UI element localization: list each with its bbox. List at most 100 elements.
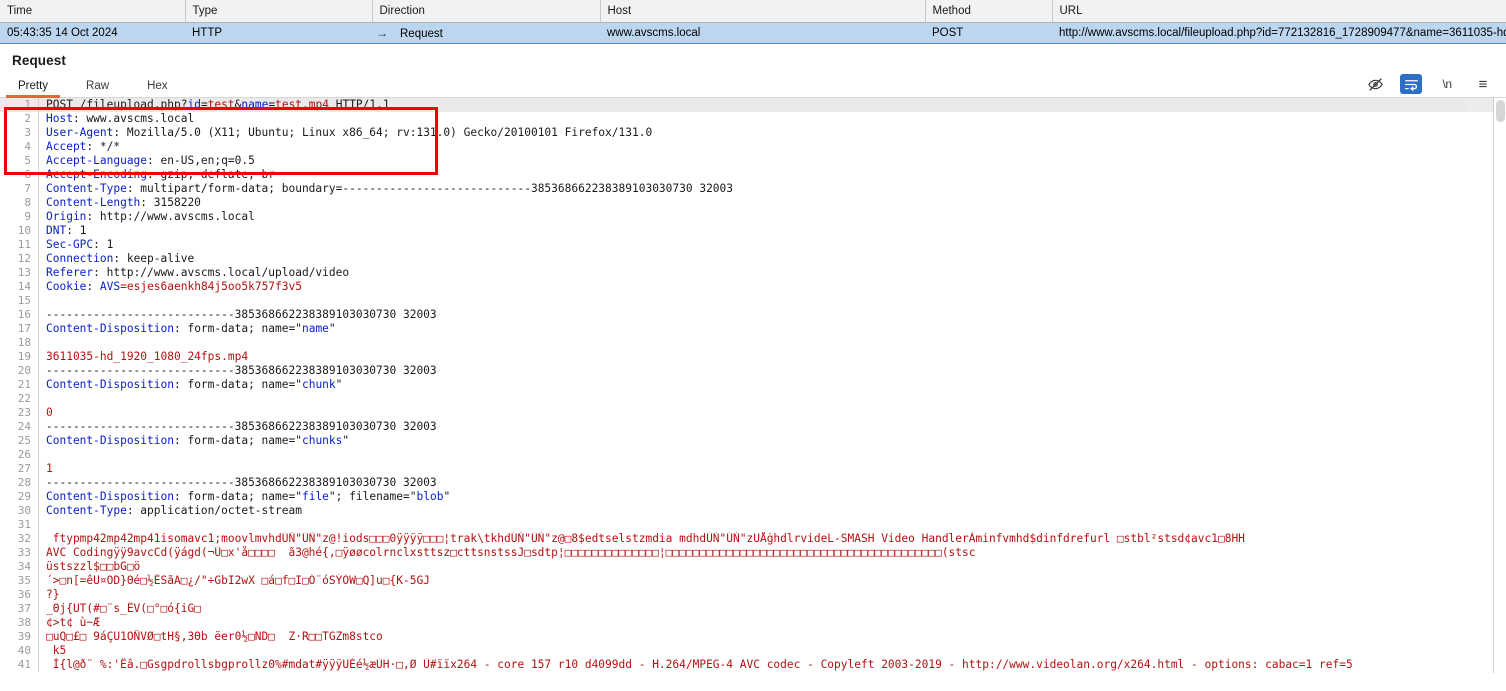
code-line-content [38, 392, 1506, 406]
show-newlines-icon[interactable]: \n [1436, 74, 1458, 94]
code-line-content: Content-Disposition: form-data; name="na… [38, 322, 1506, 336]
editor-vertical-scrollbar[interactable] [1493, 98, 1506, 673]
code-line[interactable]: 37_Θj{UT(#□¨s_ËV(□°□ó{iG□ [0, 602, 1506, 616]
code-line[interactable]: 40 k5 [0, 644, 1506, 658]
code-line[interactable]: 14Cookie: AVS=esjes6aenkh84j5oo5k757f3v5 [0, 280, 1506, 294]
code-line[interactable]: 28----------------------------3853686622… [0, 476, 1506, 490]
line-number: 13 [0, 266, 38, 280]
code-line[interactable]: 11Sec-GPC: 1 [0, 238, 1506, 252]
tab-pretty[interactable]: Pretty [12, 80, 54, 97]
code-line-content: Origin: http://www.avscms.local [38, 210, 1506, 224]
code-line[interactable]: 10DNT: 1 [0, 224, 1506, 238]
cell-method: POST [925, 23, 1052, 44]
code-line[interactable]: 2Host: www.avscms.local [0, 112, 1506, 126]
arrow-right-icon: → [372, 26, 392, 40]
code-line-content: Sec-GPC: 1 [38, 238, 1506, 252]
code-line[interactable]: 20----------------------------3853686622… [0, 364, 1506, 378]
code-line[interactable]: 3User-Agent: Mozilla/5.0 (X11; Ubuntu; L… [0, 126, 1506, 140]
line-number: 28 [0, 476, 38, 490]
word-wrap-icon[interactable] [1400, 74, 1422, 94]
code-line[interactable]: 30Content-Type: application/octet-stream [0, 504, 1506, 518]
line-number: 25 [0, 434, 38, 448]
code-line[interactable]: 13Referer: http://www.avscms.local/uploa… [0, 266, 1506, 280]
column-header-type[interactable]: Type [185, 0, 372, 23]
eye-slash-icon[interactable] [1364, 74, 1386, 94]
code-line[interactable]: 12Connection: keep-alive [0, 252, 1506, 266]
code-line-content: Content-Disposition: form-data; name="ch… [38, 434, 1506, 448]
column-header-host[interactable]: Host [600, 0, 925, 23]
line-number: 20 [0, 364, 38, 378]
code-line[interactable]: 34üstszzl$□□bG□ö [0, 560, 1506, 574]
cell-type: HTTP [185, 23, 372, 44]
column-header-time[interactable]: Time [0, 0, 185, 23]
code-line[interactable]: 38¢>t¢ ù~Æ [0, 616, 1506, 630]
line-number: 1 [0, 98, 38, 112]
code-line[interactable]: 35´>□n[=êU¤OD}Θé□½ËSãA□¿/"÷GbI2wX □á□f□I… [0, 574, 1506, 588]
code-line[interactable]: 36?} [0, 588, 1506, 602]
code-line[interactable]: 39□uQ□£□ 9áÇU1OÑVØ□tH§,3Θb ëer0½□ND□ Z·R… [0, 630, 1506, 644]
code-line[interactable]: 31 [0, 518, 1506, 532]
line-number: 24 [0, 420, 38, 434]
line-number: 23 [0, 406, 38, 420]
line-number: 35 [0, 574, 38, 588]
code-line-content: ftypmp42mp42mp41isomavc1;moovlmvhdÚŃ"ÚŃ"… [38, 532, 1506, 546]
code-line[interactable]: 9Origin: http://www.avscms.local [0, 210, 1506, 224]
code-line-content: Accept-Encoding: gzip, deflate, br [38, 168, 1506, 182]
code-line[interactable]: 41 Ì{l@ð¨ %:'Ëâ.□Gsgpdrollsbgprollz0%#md… [0, 658, 1506, 672]
code-line[interactable]: 26 [0, 448, 1506, 462]
code-line[interactable]: 8Content-Length: 3158220 [0, 196, 1506, 210]
code-line-content: Content-Type: multipart/form-data; bound… [38, 182, 1506, 196]
code-line-content: ----------------------------385368662238… [38, 364, 1506, 378]
code-line[interactable]: 6Accept-Encoding: gzip, deflate, br [0, 168, 1506, 182]
line-number: 39 [0, 630, 38, 644]
code-line[interactable]: 24----------------------------3853686622… [0, 420, 1506, 434]
column-header-direction[interactable]: Direction [372, 0, 600, 23]
line-number: 27 [0, 462, 38, 476]
show-newlines-label: \n [1442, 77, 1451, 91]
code-line-content: AVC Codingÿÿ9avcCd(ÿágd(¬Ù□x'å□□□□ ã3@hé… [38, 546, 1506, 560]
code-line[interactable]: 25Content-Disposition: form-data; name="… [0, 434, 1506, 448]
code-line-content: Content-Length: 3158220 [38, 196, 1506, 210]
code-line[interactable]: 18 [0, 336, 1506, 350]
line-number: 38 [0, 616, 38, 630]
code-line-content: ----------------------------385368662238… [38, 476, 1506, 490]
code-line-content [38, 448, 1506, 462]
line-number: 6 [0, 168, 38, 182]
code-line-content [38, 336, 1506, 350]
code-line[interactable]: 7Content-Type: multipart/form-data; boun… [0, 182, 1506, 196]
code-line[interactable]: 17Content-Disposition: form-data; name="… [0, 322, 1506, 336]
code-line[interactable]: 16----------------------------3853686622… [0, 308, 1506, 322]
code-line[interactable]: 22 [0, 392, 1506, 406]
code-line[interactable]: 230 [0, 406, 1506, 420]
cell-url: http://www.avscms.local/fileupload.php?i… [1052, 23, 1506, 44]
code-line[interactable]: 5Accept-Language: en-US,en;q=0.5 [0, 154, 1506, 168]
line-number: 8 [0, 196, 38, 210]
code-line[interactable]: 1POST /fileupload.php?id=test&name=test.… [0, 98, 1506, 112]
tab-raw[interactable]: Raw [80, 80, 115, 97]
code-line-content: 0 [38, 406, 1506, 420]
code-line-content: Accept: */* [38, 140, 1506, 154]
code-line[interactable]: 15 [0, 294, 1506, 308]
proxy-history-table[interactable]: Time Type Direction Host Method URL 05:4… [0, 0, 1506, 44]
line-number: 17 [0, 322, 38, 336]
code-line[interactable]: 29Content-Disposition: form-data; name="… [0, 490, 1506, 504]
code-line-content: ----------------------------385368662238… [38, 308, 1506, 322]
line-number: 5 [0, 154, 38, 168]
code-line[interactable]: 33AVC Codingÿÿ9avcCd(ÿágd(¬Ù□x'å□□□□ ã3@… [0, 546, 1506, 560]
code-line[interactable]: 32 ftypmp42mp42mp41isomavc1;moovlmvhdÚŃ"… [0, 532, 1506, 546]
line-number: 33 [0, 546, 38, 560]
column-header-url[interactable]: URL [1052, 0, 1506, 23]
line-number: 21 [0, 378, 38, 392]
menu-icon[interactable]: ≡ [1472, 74, 1494, 94]
code-line-content: üstszzl$□□bG□ö [38, 560, 1506, 574]
code-line[interactable]: 21Content-Disposition: form-data; name="… [0, 378, 1506, 392]
table-row[interactable]: 05:43:35 14 Oct 2024 HTTP →Request www.a… [0, 23, 1506, 44]
code-line[interactable]: 4Accept: */* [0, 140, 1506, 154]
code-line[interactable]: 271 [0, 462, 1506, 476]
scrollbar-thumb[interactable] [1496, 100, 1505, 122]
line-number: 18 [0, 336, 38, 350]
code-line[interactable]: 193611035-hd_1920_1080_24fps.mp4 [0, 350, 1506, 364]
column-header-method[interactable]: Method [925, 0, 1052, 23]
tab-hex[interactable]: Hex [141, 80, 173, 97]
message-editor[interactable]: 1POST /fileupload.php?id=test&name=test.… [0, 98, 1506, 673]
